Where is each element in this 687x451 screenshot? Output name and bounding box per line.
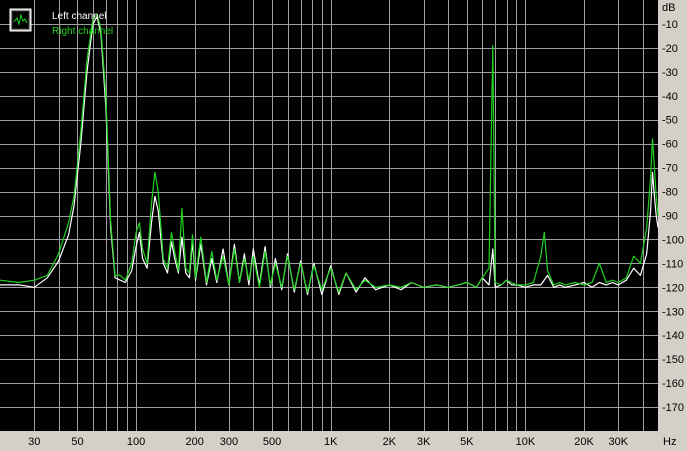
x-tick-label: 200	[186, 436, 204, 448]
y-axis: -10 -20 -30 -40 -50 -60 -70 -80 -90 -100 -110 -120 -…	[662, 19, 684, 414]
x-tick-label: 2K	[383, 436, 397, 448]
x-tick-label: 10K	[516, 436, 536, 448]
y-tick-label: -160	[662, 378, 684, 390]
x-tick-label: 300	[220, 436, 238, 448]
y-tick-label: -120	[662, 282, 684, 294]
spectrum-chart: -10 -20 -30 -40 -50 -60 -70 -80 -90 -100 -110 -120 -…	[0, 0, 684, 448]
x-tick-label: 50	[71, 436, 83, 448]
x-tick-label: 1K	[324, 436, 338, 448]
legend-icon-frame	[11, 10, 30, 30]
x-tick-label: 20K	[574, 436, 594, 448]
x-tick-label: 5K	[460, 436, 474, 448]
y-tick-label: -130	[662, 306, 684, 318]
y-tick-label: -80	[662, 187, 678, 199]
y-tick-label: -20	[662, 43, 678, 55]
y-tick-label: -60	[662, 139, 678, 151]
x-axis: 30 50 100 200 300 500 1K 2K 3K 5K 10K 20K 30K	[28, 436, 629, 448]
x-tick-label: 30	[28, 436, 40, 448]
y-tick-label: -50	[662, 115, 678, 127]
y-tick-label: -10	[662, 19, 678, 31]
y-tick-label: -100	[662, 234, 684, 246]
y-tick-label: -140	[662, 330, 684, 342]
y-tick-label: -30	[662, 67, 678, 79]
y-tick-label: -170	[662, 402, 684, 414]
y-axis-unit-label: dB	[662, 2, 675, 14]
x-axis-unit-label: Hz	[663, 436, 676, 448]
x-tick-label: 3K	[417, 436, 431, 448]
y-tick-label: -40	[662, 91, 678, 103]
y-tick-label: -110	[662, 258, 683, 270]
legend-entry-right: Right channel	[52, 26, 113, 37]
y-tick-label: -150	[662, 354, 684, 366]
y-tick-label: -90	[662, 211, 678, 223]
x-tick-label: 30K	[609, 436, 629, 448]
legend-entry-left: Left channel	[52, 11, 107, 22]
x-tick-label: 500	[263, 436, 281, 448]
plot-background	[0, 0, 658, 431]
x-tick-label: 100	[127, 436, 145, 448]
y-tick-label: -70	[662, 163, 678, 175]
